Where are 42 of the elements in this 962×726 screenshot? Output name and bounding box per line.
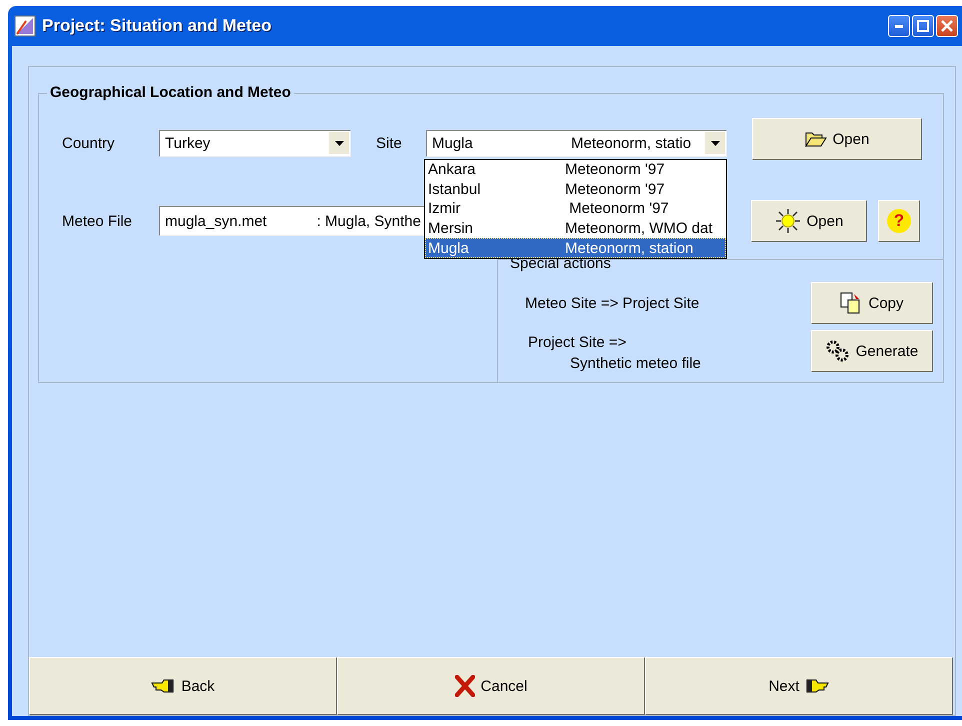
dropdown-option[interactable]: Istanbul Meteonorm '97 (425, 180, 726, 200)
maximize-button[interactable] (912, 15, 934, 37)
down-arrow-icon (334, 140, 344, 146)
pointing-hand-right-icon (805, 678, 830, 694)
cancel-button[interactable]: Cancel (337, 657, 645, 715)
close-icon (941, 20, 953, 32)
open-button[interactable]: Open (751, 200, 867, 242)
open-button[interactable]: Open (752, 118, 922, 160)
close-button[interactable] (936, 15, 958, 37)
down-arrow-icon (710, 140, 720, 146)
dropdown-option[interactable]: Ankara Meteonorm '97 (425, 160, 726, 180)
meteo-file-field[interactable]: mugla_syn.met : Mugla, Synthe (159, 206, 427, 236)
pointing-hand-left-icon (151, 678, 176, 694)
maximize-icon (917, 20, 929, 32)
generate-button[interactable]: Generate (811, 330, 933, 372)
action-description: Synthetic meteo file (570, 355, 701, 372)
folder-icon (804, 131, 827, 147)
app-icon (14, 15, 36, 37)
back-button[interactable]: Back (29, 657, 337, 715)
group-title: Geographical Location and Meteo (47, 84, 294, 101)
site-label: Site (376, 134, 403, 152)
dropdown-option[interactable]: Izmir Meteonorm '97 (425, 199, 726, 219)
dropdown-button[interactable] (705, 132, 725, 154)
country-label: Country (62, 134, 116, 152)
dropdown-button[interactable] (329, 132, 349, 154)
minimize-icon (895, 24, 903, 28)
gears-icon (826, 340, 850, 362)
action-description: Meteo Site => Project Site (525, 295, 700, 312)
window-title: Project: Situation and Meteo (42, 16, 273, 36)
dropdown-option[interactable]: Mugla Meteonorm, station (425, 238, 726, 258)
documents-icon (840, 292, 862, 314)
copy-button[interactable]: Copy (811, 282, 933, 324)
site-dropdown[interactable]: Mugla Meteonorm, statio (426, 130, 727, 156)
country-dropdown[interactable]: Turkey (159, 130, 351, 156)
help-button[interactable]: ? (878, 200, 920, 242)
cross-icon (454, 675, 475, 697)
sun-icon (774, 208, 801, 234)
minimize-button[interactable] (888, 15, 910, 37)
action-description: Project Site => (528, 334, 626, 351)
dropdown-option[interactable]: Mersin Meteonorm, WMO dat (425, 218, 726, 238)
next-button[interactable]: Next (645, 657, 953, 715)
meteo-file-label: Meteo File (62, 212, 134, 230)
